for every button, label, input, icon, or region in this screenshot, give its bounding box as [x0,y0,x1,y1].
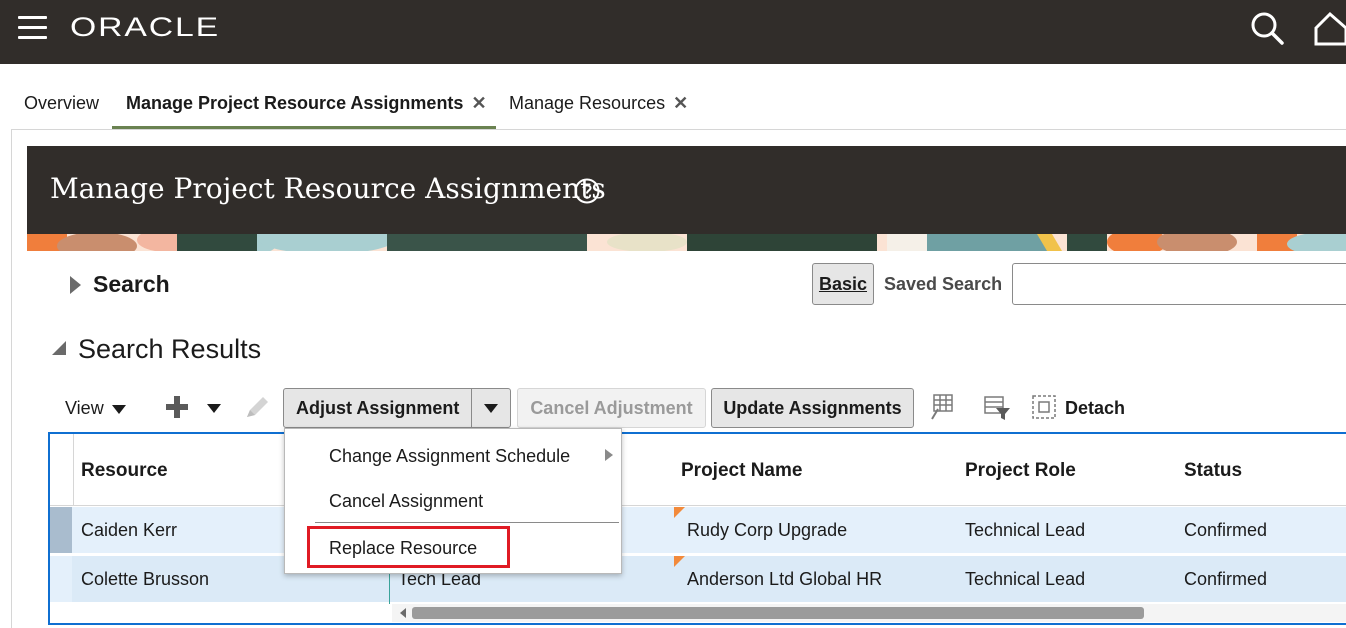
home-icon[interactable] [1312,10,1346,46]
update-assignments-button[interactable]: Update Assignments [711,388,914,428]
hamburger-icon[interactable] [18,16,47,40]
cell-status: Confirmed [1184,569,1268,589]
search-icon[interactable] [1249,10,1285,46]
replace-resource-highlight [307,526,510,568]
cell-project-role: Technical Lead [965,569,1086,589]
chevron-down-icon[interactable] [484,404,498,413]
saved-search-label: Saved Search [884,274,1003,294]
row-selector-header [50,434,74,506]
close-icon[interactable]: ✕ [471,93,486,113]
table-header-row: Resource Project Name Project Role Statu… [50,434,1346,506]
column-header-resource[interactable]: Resource [81,460,168,482]
menu-item-cancel-assignment[interactable]: Cancel Assignment [329,491,483,512]
adjust-assignment-label: Adjust Assignment [296,398,460,418]
submenu-arrow-icon [605,449,613,461]
detach-icon[interactable] [1032,395,1056,419]
results-table: Resource Project Name Project Role Statu… [48,432,1346,625]
freeze-columns-icon[interactable] [928,393,956,421]
global-header: ORACLE [0,0,1346,64]
cell-project-role: Technical Lead [965,520,1086,540]
cancel-adjustment-button[interactable]: Cancel Adjustment [517,388,706,428]
pencil-icon [247,397,268,417]
collapse-results-icon[interactable] [52,341,66,355]
cell-project-name: Anderson Ltd Global HR [687,569,883,589]
close-icon[interactable]: ✕ [673,93,688,113]
oracle-logo[interactable]: ORACLE [70,12,220,43]
page-title: Manage Project Resource Assignments [50,172,606,205]
saved-search-select[interactable] [1012,263,1346,305]
tab-bar: Overview Manage Project Resource Assignm… [0,84,1346,130]
row-selector[interactable] [50,507,72,553]
add-menu-chevron-icon[interactable] [207,404,221,413]
tab-overview[interactable]: Overview [24,84,99,130]
horizontal-scrollbar[interactable] [392,604,1346,622]
search-section-header[interactable]: Search [93,271,170,298]
chevron-down-icon [111,404,126,414]
detach-button[interactable]: Detach [1065,398,1125,419]
table-row[interactable]: Caiden Kerr Rudy Corp Upgrade Technical … [50,507,1346,553]
tab-label: Manage Resources [509,93,666,113]
plus-icon[interactable] [165,395,189,419]
column-header-project-role[interactable]: Project Role [965,460,1076,482]
column-header-project-name[interactable]: Project Name [681,460,802,482]
scrollbar-thumb[interactable] [412,607,1144,619]
changed-indicator-icon [674,507,685,518]
view-label: View [65,398,104,418]
split-divider [471,389,472,427]
menu-divider [315,522,619,523]
row-selector[interactable] [50,556,72,602]
decorative-banner [27,234,1346,251]
cell-resource: Colette Brusson [81,569,210,589]
search-results-header: Search Results [78,334,262,364]
tab-manage-resources[interactable]: Manage Resources ✕ [509,84,688,130]
menu-item-change-assignment-schedule[interactable]: Change Assignment Schedule [329,446,570,467]
tab-manage-project-resource-assignments[interactable]: Manage Project Resource Assignments ✕ [112,84,496,130]
scroll-left-icon[interactable] [400,608,406,618]
changed-indicator-icon [674,556,685,567]
query-by-example-icon[interactable] [983,394,1011,422]
view-menu[interactable]: View [65,398,126,419]
basic-button[interactable]: Basic [812,263,874,305]
tab-label: Manage Project Resource Assignments [126,93,464,113]
cell-project-name: Rudy Corp Upgrade [687,520,848,540]
column-header-status[interactable]: Status [1184,460,1242,482]
tab-label: Overview [24,93,100,113]
cell-status: Confirmed [1184,520,1268,540]
table-row[interactable]: Colette Brusson Tech Lead Anderson Ltd G… [50,556,1346,602]
cell-resource: Caiden Kerr [81,520,178,540]
help-icon[interactable] [574,178,600,204]
expand-search-icon[interactable] [70,276,81,294]
adjust-assignment-button[interactable]: Adjust Assignment [283,388,511,428]
